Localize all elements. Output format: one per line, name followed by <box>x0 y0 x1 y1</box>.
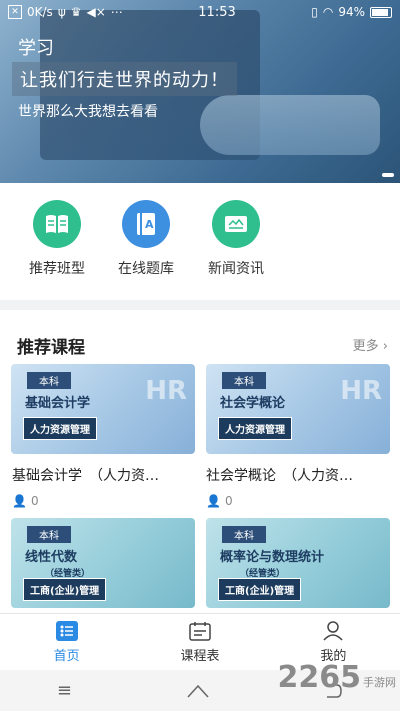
section-divider <box>0 300 400 310</box>
course-major-tag: 人力资源管理 <box>23 417 97 440</box>
home-icon[interactable] <box>186 684 210 698</box>
course-level-badge: 本科 <box>222 372 266 389</box>
course-card[interactable]: 本科 概率论与数理统计 （经管类） 工商(企业)管理 <box>206 518 390 608</box>
course-level-badge: 本科 <box>27 526 71 543</box>
course-card-title: 线性代数 <box>25 550 78 565</box>
more-label: 更多 <box>352 339 379 354</box>
book-icon <box>33 200 81 248</box>
more-dots-icon: ⋯ <box>110 5 123 19</box>
network-speed: 0K/s <box>27 5 53 19</box>
course-name[interactable]: 社会学概论 （人力资… <box>206 465 353 485</box>
quick-links: 推荐班型 A 在线题库 新闻资讯 <box>0 200 400 290</box>
course-level-badge: 本科 <box>27 372 71 389</box>
status-right: ▯ ◠ 94% <box>311 5 392 19</box>
course-card-title: 概率论与数理统计 <box>220 550 325 565</box>
course-major-tag: 工商(企业)管理 <box>23 578 107 601</box>
news-icon <box>212 200 260 248</box>
quick-link-recommended-class[interactable]: 推荐班型 <box>12 200 102 290</box>
quick-link-label: 新闻资讯 <box>208 261 264 277</box>
course-major-tag: 人力资源管理 <box>218 417 292 440</box>
menu-icon[interactable]: ≡ <box>57 680 72 701</box>
enroll-count: 👤 0 <box>12 494 39 508</box>
watermark-text: 手游网 <box>363 676 396 689</box>
course-major-tag: 工商(企业)管理 <box>218 578 302 601</box>
quick-link-label: 推荐班型 <box>29 261 85 277</box>
enroll-count: 👤 0 <box>206 494 233 508</box>
course-card-title: 基础会计学 <box>25 396 91 411</box>
chevron-right-icon: › <box>382 339 388 354</box>
tab-label: 首页 <box>53 648 80 664</box>
crown-icon: ♛ <box>70 5 82 19</box>
watermark-number: 2265 <box>277 660 362 695</box>
carousel-dot <box>382 173 394 177</box>
banner-hand-image <box>200 95 380 155</box>
quick-link-question-bank[interactable]: A 在线题库 <box>101 200 191 290</box>
section-title: 推荐课程 <box>17 338 85 358</box>
tab-home[interactable]: 首页 <box>0 614 133 670</box>
quick-link-label: 在线题库 <box>118 261 174 277</box>
battery-icon <box>370 6 392 18</box>
course-name[interactable]: 基础会计学 （人力资… <box>12 465 159 485</box>
banner-carousel[interactable]: 学习 让我们行走世界的动力！ 世界那么大我想去看看 <box>0 0 400 183</box>
wifi-icon: ◠ <box>322 5 334 19</box>
usb-icon: ψ <box>57 5 66 19</box>
carousel-indicator <box>382 173 394 177</box>
card-decoration: HR <box>145 376 187 406</box>
course-card[interactable]: HR 本科 社会学概论 人力资源管理 <box>206 364 390 454</box>
tab-label: 课程表 <box>180 648 220 664</box>
site-watermark: 2265 手游网 <box>278 660 397 695</box>
home-grid-icon <box>55 620 78 641</box>
close-notification-icon: ✕ <box>8 5 22 19</box>
enroll-count-value: 0 <box>224 494 233 508</box>
person-icon: 👤 <box>12 494 27 508</box>
person-icon: 👤 <box>206 494 221 508</box>
question-bank-icon: A <box>122 200 170 248</box>
status-left: ✕ 0K/s ψ ♛ ◀× ⋯ <box>8 5 123 19</box>
banner-title: 学习 <box>18 38 54 59</box>
vibrate-icon: ▯ <box>311 5 318 19</box>
battery-percent: 94% <box>338 5 365 19</box>
quick-link-news[interactable]: 新闻资讯 <box>191 200 281 290</box>
banner-subtitle: 世界那么大我想去看看 <box>18 104 158 120</box>
course-card-title: 社会学概论 <box>220 396 286 411</box>
user-icon <box>323 620 343 641</box>
svg-text:A: A <box>145 218 154 231</box>
clock: 11:53 <box>198 4 236 20</box>
mute-icon: ◀× <box>86 5 106 19</box>
card-decoration: HR <box>340 376 382 406</box>
course-level-badge: 本科 <box>222 526 266 543</box>
tab-schedule[interactable]: 课程表 <box>133 614 266 670</box>
status-bar: ✕ 0K/s ψ ♛ ◀× ⋯ 11:53 ▯ ◠ 94% <box>0 0 400 24</box>
more-link[interactable]: 更多 › <box>353 335 388 354</box>
course-card[interactable]: 本科 线性代数 （经管类） 工商(企业)管理 <box>11 518 195 608</box>
enroll-count-value: 0 <box>30 494 39 508</box>
banner-slogan: 让我们行走世界的动力！ <box>12 62 237 96</box>
calendar-icon <box>189 621 211 641</box>
course-card[interactable]: HR 本科 基础会计学 人力资源管理 <box>11 364 195 454</box>
